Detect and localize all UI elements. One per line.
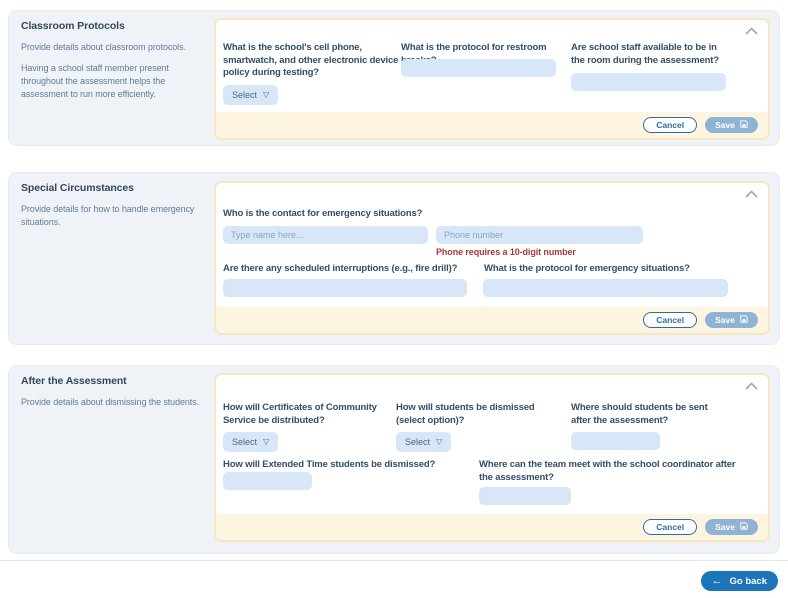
cancel-button-label: Cancel [656, 522, 684, 532]
save-button[interactable]: Save [705, 117, 758, 133]
chevron-down-icon: ▽ [263, 438, 269, 446]
staff-available-question-label: Are school staff available to be in the … [571, 42, 729, 67]
page: Classroom Protocols Provide details abou… [0, 0, 788, 598]
collapse-panel-button[interactable] [744, 26, 758, 36]
bottom-divider [0, 560, 788, 561]
go-back-button[interactable]: ← Go back [701, 571, 779, 591]
special-circumstances-form-body: Who is the contact for emergency situati… [216, 183, 768, 307]
save-button-label: Save [715, 522, 735, 532]
after-assessment-form: How will Certificates of Community Servi… [214, 373, 770, 542]
after-assessment-form-footer: Cancel Save [216, 514, 768, 540]
team-meet-input[interactable] [479, 487, 571, 505]
cancel-button[interactable]: Cancel [643, 312, 697, 328]
section-title: Classroom Protocols [21, 20, 207, 32]
after-assessment-form-body: How will Certificates of Community Servi… [216, 375, 768, 514]
emergency-protocol-input[interactable] [483, 279, 728, 297]
save-button-label: Save [715, 120, 735, 130]
chevron-up-icon [745, 185, 758, 203]
collapse-panel-button[interactable] [744, 189, 758, 199]
cancel-button[interactable]: Cancel [643, 117, 697, 133]
section-special-circumstances: Special Circumstances Provide details fo… [8, 172, 780, 345]
section-title: After the Assessment [21, 375, 207, 387]
select-value: Select [405, 437, 430, 447]
sent-after-question-label: Where should students be sent after the … [571, 402, 729, 427]
emergency-contact-phone-input[interactable] [436, 226, 643, 244]
cancel-button-label: Cancel [656, 315, 684, 325]
special-circumstances-info: Special Circumstances Provide details fo… [21, 182, 207, 237]
save-button[interactable]: Save [705, 312, 758, 328]
section-after-assessment: After the Assessment Provide details abo… [8, 365, 780, 554]
select-value: Select [232, 90, 257, 100]
certificates-question-label: How will Certificates of Community Servi… [223, 402, 399, 427]
team-meet-question-label: Where can the team meet with the school … [479, 459, 737, 484]
emergency-contact-question-label: Who is the contact for emergency situati… [223, 208, 543, 221]
save-icon [740, 120, 748, 130]
chevron-up-icon [745, 22, 758, 40]
extended-time-question-label: How will Extended Time students be dismi… [223, 459, 473, 472]
go-back-button-label: Go back [730, 576, 768, 587]
emergency-protocol-question-label: What is the protocol for emergency situa… [484, 263, 734, 276]
section-title: Special Circumstances [21, 182, 207, 194]
classroom-protocols-info: Classroom Protocols Provide details abou… [21, 20, 207, 109]
collapse-panel-button[interactable] [744, 381, 758, 391]
save-icon [740, 522, 748, 532]
staff-available-input[interactable] [571, 73, 726, 91]
chevron-up-icon [745, 377, 758, 395]
save-button[interactable]: Save [705, 519, 758, 535]
sent-after-input[interactable] [571, 432, 660, 450]
cancel-button-label: Cancel [656, 120, 684, 130]
extended-time-input[interactable] [223, 472, 312, 490]
save-icon [740, 315, 748, 325]
special-circumstances-form-footer: Cancel Save [216, 307, 768, 333]
special-circumstances-form: Who is the contact for emergency situati… [214, 181, 770, 335]
device-policy-question-label: What is the school's cell phone, smartwa… [223, 42, 399, 80]
select-value: Select [232, 437, 257, 447]
interruptions-question-label: Are there any scheduled interruptions (e… [223, 263, 473, 276]
chevron-down-icon: ▽ [436, 438, 442, 446]
certificates-select[interactable]: Select ▽ [223, 432, 278, 452]
dismissal-select[interactable]: Select ▽ [396, 432, 451, 452]
classroom-protocols-form: What is the school's cell phone, smartwa… [214, 18, 770, 140]
classroom-protocols-form-footer: Cancel Save [216, 112, 768, 138]
cancel-button[interactable]: Cancel [643, 519, 697, 535]
restroom-breaks-input[interactable] [401, 59, 556, 77]
chevron-down-icon: ▽ [263, 91, 269, 99]
back-arrow-icon: ← [712, 576, 723, 587]
phone-error-message: Phone requires a 10-digit number [436, 247, 576, 257]
section-description: Provide details about dismissing the stu… [21, 396, 207, 409]
section-description: Provide details for how to handle emerge… [21, 203, 207, 229]
save-button-label: Save [715, 315, 735, 325]
classroom-protocols-form-body: What is the school's cell phone, smartwa… [216, 20, 768, 112]
device-policy-select[interactable]: Select ▽ [223, 85, 278, 105]
interruptions-input[interactable] [223, 279, 467, 297]
section-description: Having a school staff member present thr… [21, 62, 207, 101]
section-classroom-protocols: Classroom Protocols Provide details abou… [8, 10, 780, 146]
section-description: Provide details about classroom protocol… [21, 41, 207, 54]
dismissal-question-label: How will students be dismissed (select o… [396, 402, 554, 427]
emergency-contact-name-input[interactable] [223, 226, 428, 244]
after-assessment-info: After the Assessment Provide details abo… [21, 375, 207, 417]
